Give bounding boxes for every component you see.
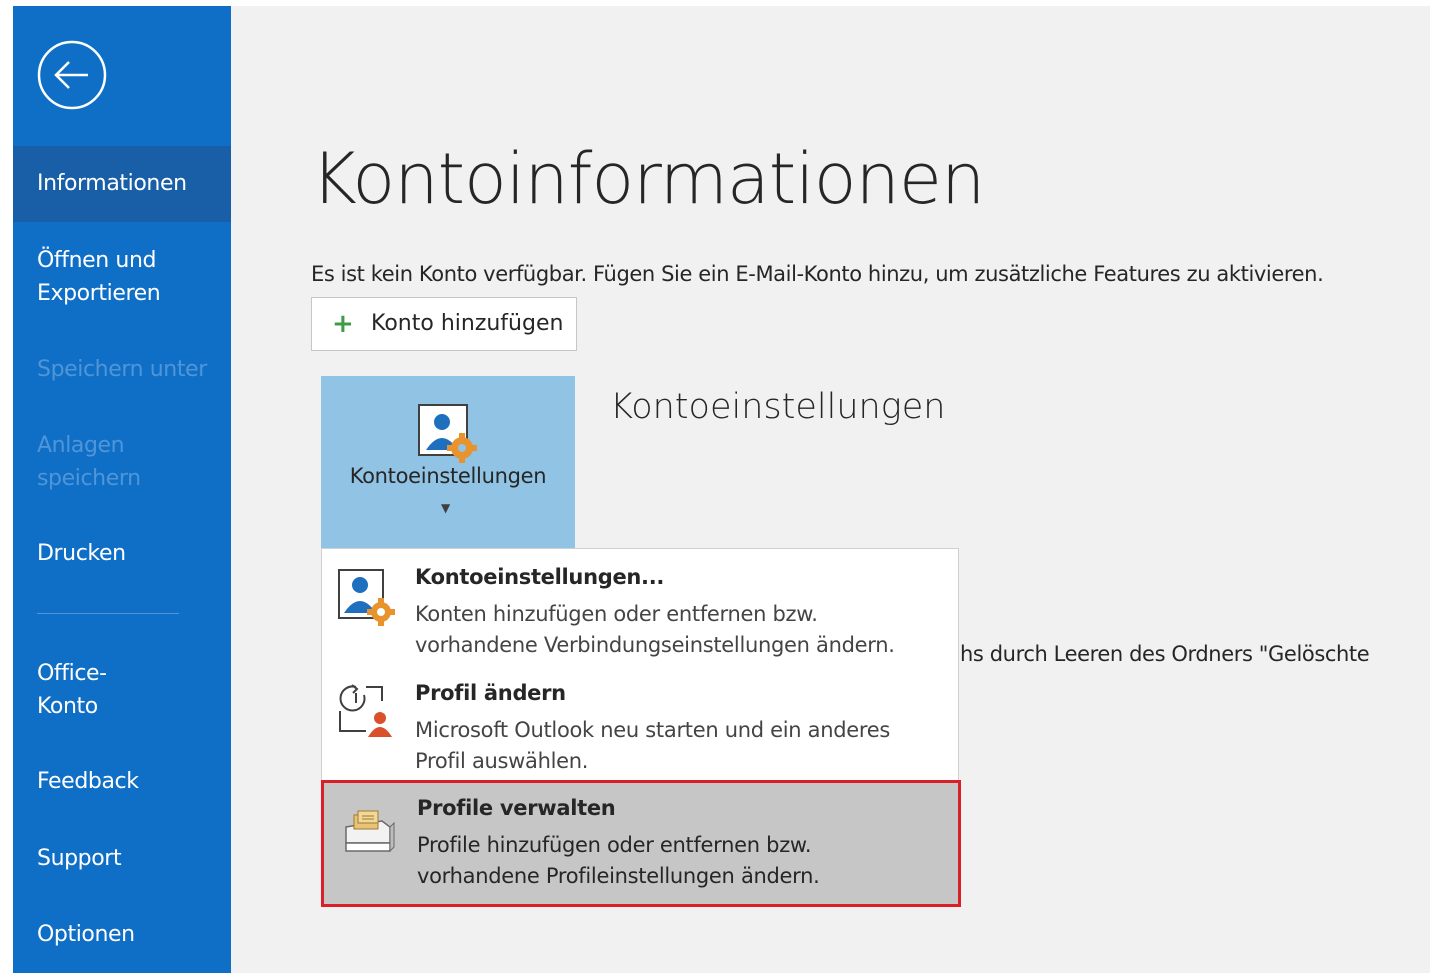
account-settings-icon: [338, 569, 395, 626]
chevron-down-icon: ▼: [441, 501, 451, 515]
nav-item-label: Feedback: [37, 769, 139, 794]
nav-item-office-konto[interactable]: Office-Konto: [13, 657, 143, 723]
section-title: Kontoeinstellungen: [610, 387, 946, 427]
menu-item-description: Profile hinzufügen oder entfernen bzw. v…: [417, 833, 820, 888]
account-settings-icon: [418, 404, 477, 463]
nav-item-label: Support: [37, 846, 122, 871]
back-button[interactable]: [36, 39, 108, 111]
add-account-button[interactable]: + Konto hinzufügen: [311, 297, 577, 351]
menu-item-kontoeinstellungen[interactable]: Kontoeinstellungen... Konten hinzufügen …: [322, 549, 958, 665]
nav-item-support[interactable]: Support: [13, 842, 231, 875]
menu-item-title: Profil ändern: [415, 681, 566, 705]
nav-item-label: Optionen: [37, 922, 135, 947]
nav-item-label: Office-Konto: [37, 661, 107, 719]
menu-item-description: Konten hinzufügen oder entfernen bzw. vo…: [415, 602, 895, 657]
menu-item-profile-verwalten[interactable]: Profile verwalten Profile hinzufügen ode…: [321, 780, 961, 907]
back-arrow-icon: [37, 40, 107, 110]
menu-item-description: Microsoft Outlook neu starten und ein an…: [415, 718, 891, 773]
plus-icon: +: [332, 309, 354, 339]
nav-item-label: Speichern unter: [37, 357, 207, 382]
nav-item-drucken[interactable]: Drucken: [13, 537, 231, 570]
nav-item-oeffnen-exportieren[interactable]: Öffnen und Exportieren: [13, 244, 193, 312]
nav-item-label: Informationen: [37, 171, 187, 196]
nav-item-label: Drucken: [37, 541, 126, 566]
account-settings-tile-label: Kontoeinstellungen: [349, 464, 547, 488]
background-text: hs durch Leeren des Ordners "Gelöschte: [960, 642, 1370, 666]
nav-item-label: Öffnen und Exportieren: [37, 248, 161, 306]
nav-item-optionen[interactable]: Optionen: [13, 918, 231, 951]
menu-item-title: Profile verwalten: [417, 796, 616, 820]
account-settings-menu: Kontoeinstellungen... Konten hinzufügen …: [321, 548, 961, 907]
info-text: Es ist kein Konto verfügbar. Fügen Sie e…: [311, 262, 1324, 286]
page-title: Kontoinformationen: [311, 138, 985, 220]
nav-item-anlagen-speichern: Anlagen speichern: [13, 429, 163, 495]
add-account-label: Konto hinzufügen: [371, 311, 564, 336]
menu-item-profil-aendern[interactable]: Profil ändern Microsoft Outlook neu star…: [322, 665, 958, 781]
nav-item-informationen[interactable]: Informationen: [13, 146, 231, 222]
menu-item-title: Kontoeinstellungen...: [415, 565, 665, 589]
manage-profiles-icon: [345, 810, 395, 853]
backstage-sidebar: Informationen Öffnen und Exportieren Spe…: [13, 6, 231, 973]
nav-item-feedback[interactable]: Feedback: [13, 765, 231, 798]
nav-item-label: Anlagen speichern: [37, 433, 141, 491]
nav-item-speichern-unter: Speichern unter: [13, 353, 231, 386]
account-settings-dropdown-button[interactable]: Kontoeinstellungen ▼: [321, 376, 575, 550]
change-profile-icon: [339, 684, 392, 737]
nav-divider: [37, 613, 179, 614]
